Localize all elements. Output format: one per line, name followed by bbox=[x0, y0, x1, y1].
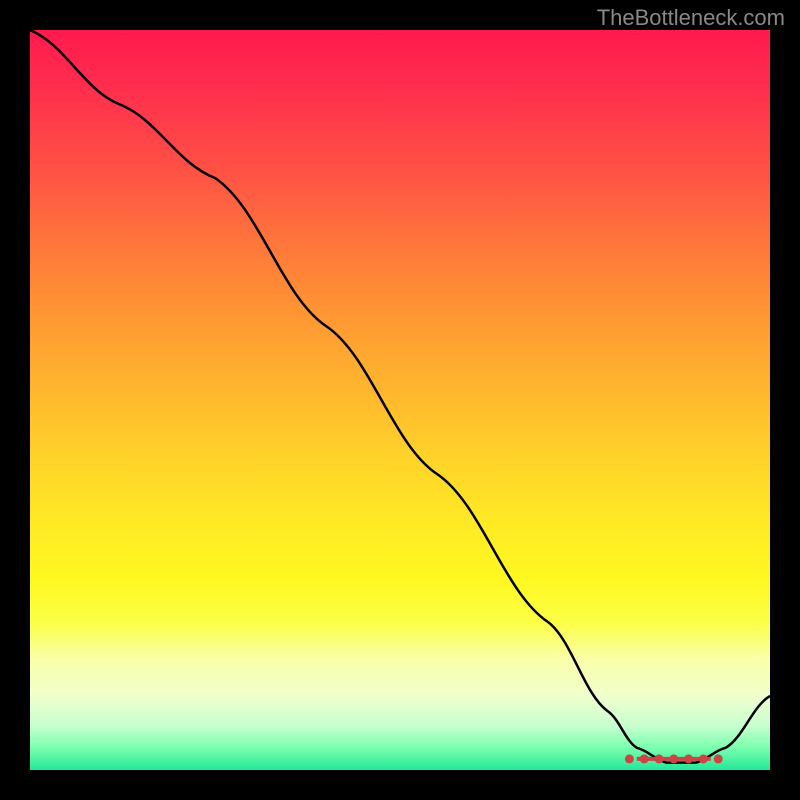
chart-container: TheBottleneck.com bbox=[0, 0, 800, 800]
bottleneck-curve-line bbox=[30, 30, 770, 763]
marker-dot bbox=[684, 754, 693, 763]
marker-dot bbox=[714, 754, 723, 763]
marker-dot bbox=[669, 754, 678, 763]
plot-area bbox=[30, 30, 770, 770]
marker-dot bbox=[699, 754, 708, 763]
bottleneck-curve-svg bbox=[30, 30, 770, 770]
marker-dot bbox=[655, 754, 664, 763]
watermark-text: TheBottleneck.com bbox=[597, 5, 785, 31]
marker-dot bbox=[625, 754, 634, 763]
marker-dot bbox=[640, 754, 649, 763]
